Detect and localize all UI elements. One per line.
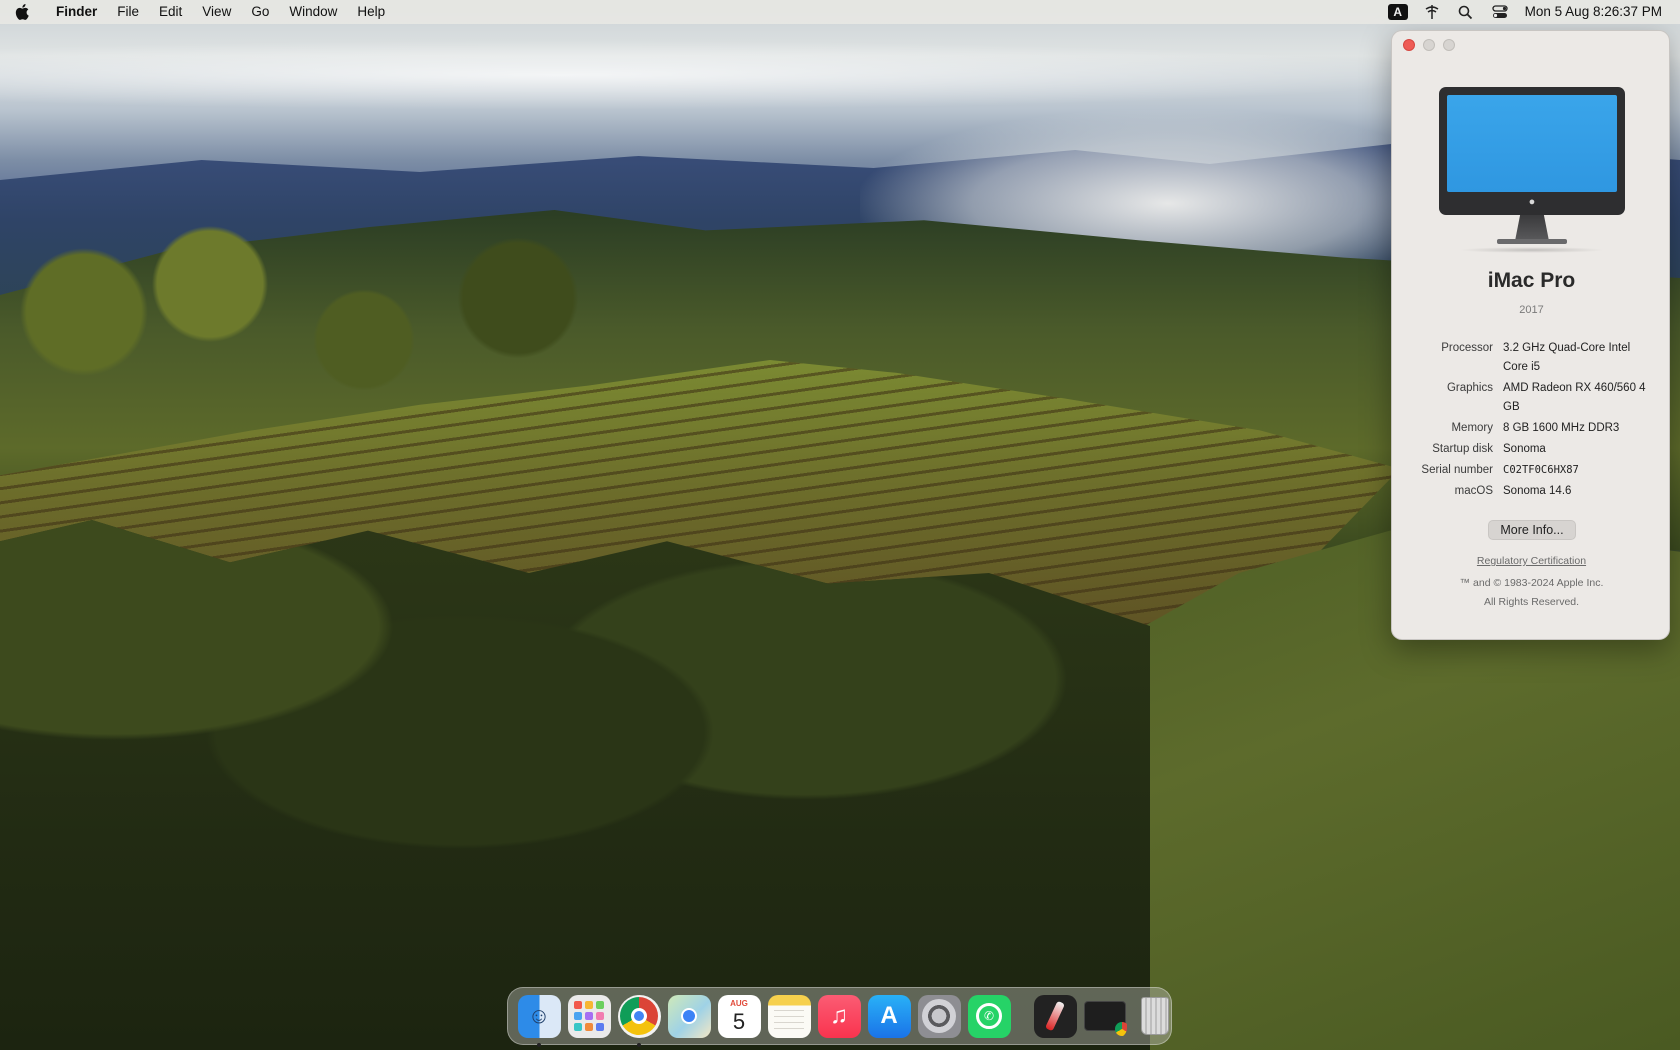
music-icon: ♫ (817, 994, 861, 1038)
spec-value: Sonoma (1503, 443, 1546, 455)
dock-item-calendar[interactable]: AUG 5 (715, 992, 764, 1041)
spec-row-macos: macOS Sonoma 14.6 (1392, 482, 1671, 501)
spec-label: Startup disk (1432, 443, 1493, 455)
dock-item-notes[interactable] (765, 992, 814, 1041)
spec-value: 8 GB 1600 MHz DDR3 (1503, 422, 1620, 434)
maps-icon (667, 994, 711, 1038)
dock-item-app-store[interactable]: A (865, 992, 914, 1041)
dock-item-whatsapp[interactable]: ✆ (965, 992, 1014, 1041)
spec-label: Processor (1441, 342, 1493, 354)
imac-illustration: ● (1439, 87, 1625, 257)
model-year: 2017 (1519, 304, 1544, 316)
model-name: iMac Pro (1487, 269, 1576, 292)
control-center-icon[interactable] (1483, 0, 1517, 24)
input-source-icon[interactable]: A (1381, 0, 1415, 24)
chrome-icon (617, 994, 661, 1038)
spec-label: Graphics (1446, 382, 1493, 394)
whatsapp-icon: ✆ (967, 994, 1011, 1038)
spec-label: Serial number (1421, 464, 1493, 476)
menu-bar-left: Finder File Edit View Go Window Help (0, 0, 395, 24)
spec-label: Memory (1451, 422, 1493, 434)
imac-shadow (1459, 247, 1605, 253)
spec-row-startup-disk: Startup disk Sonoma (1392, 440, 1671, 459)
spec-row-serial-number: Serial number C02TF0C6HX87 (1392, 461, 1671, 480)
input-source-badge: A (1387, 4, 1408, 20)
dock-item-trash[interactable] (1131, 992, 1180, 1041)
regulatory-certification-link[interactable]: Regulatory Certification (1392, 555, 1671, 567)
running-indicator (536, 1042, 541, 1047)
spec-row-processor: Processor 3.2 GHz Quad-Core Intel Core i… (1392, 339, 1671, 377)
dock-item-pen-app[interactable] (1031, 992, 1080, 1041)
calendar-icon: AUG 5 (717, 994, 761, 1038)
menu-finder[interactable]: Finder (46, 0, 107, 24)
calendar-month: AUG (730, 999, 748, 1008)
spec-value: 3.2 GHz Quad-Core Intel Core i5 (1503, 342, 1631, 373)
window-controls (1403, 39, 1455, 51)
running-indicator (636, 1042, 641, 1047)
zoom-button[interactable] (1443, 39, 1455, 51)
notes-icon (767, 994, 811, 1038)
calendar-day: 5 (732, 1009, 746, 1034)
spec-value[interactable]: C02TF0C6HX87 (1503, 461, 1653, 480)
launchpad-icon (567, 994, 611, 1038)
dock-item-finder[interactable]: ☺ (515, 992, 564, 1047)
dock-item-chrome-window[interactable] (1081, 992, 1130, 1041)
close-button[interactable] (1403, 39, 1415, 51)
menu-view[interactable]: View (192, 0, 241, 24)
menu-bar-right: A Mon 5 Aug 8:26:37 PM (1381, 0, 1680, 24)
about-this-mac-window: ● iMac Pro 2017 Processor 3.2 GHz Quad-C… (1391, 30, 1670, 640)
trash-icon (1134, 995, 1177, 1038)
menu-window[interactable]: Window (279, 0, 347, 24)
minimize-button[interactable] (1423, 39, 1435, 51)
finder-icon: ☺ (517, 994, 561, 1038)
apple-logo-icon[interactable] (0, 0, 46, 24)
specs-list: Processor 3.2 GHz Quad-Core Intel Core i… (1392, 339, 1671, 503)
rights-line: All Rights Reserved. (1483, 596, 1580, 608)
imac-stand (1515, 215, 1549, 241)
spec-row-memory: Memory 8 GB 1600 MHz DDR3 (1392, 419, 1671, 438)
menu-edit[interactable]: Edit (149, 0, 192, 24)
spec-value: AMD Radeon RX 460/560 4 GB (1503, 382, 1646, 413)
spec-value: Sonoma 14.6 (1503, 485, 1572, 497)
imac-screen (1447, 95, 1617, 192)
siri-icon[interactable] (1415, 0, 1449, 24)
pen-icon (1033, 994, 1077, 1038)
copyright-line: ™ and © 1983-2024 Apple Inc. (1459, 577, 1604, 589)
menu-help[interactable]: Help (347, 0, 395, 24)
dock-item-maps[interactable] (665, 992, 714, 1041)
more-info-button[interactable]: More Info... (1488, 520, 1576, 540)
chrome-window-icon (1084, 995, 1127, 1038)
spec-label: macOS (1454, 485, 1493, 497)
spec-row-graphics: Graphics AMD Radeon RX 460/560 4 GB (1392, 379, 1671, 417)
imac-foot (1497, 239, 1567, 244)
apple-logo-icon: ● (1528, 196, 1536, 208)
wallpaper-clouds (0, 40, 1460, 110)
menu-file[interactable]: File (107, 0, 149, 24)
menu-bar: Finder File Edit View Go Window Help A M… (0, 0, 1680, 24)
menu-bar-clock[interactable]: Mon 5 Aug 8:26:37 PM (1517, 0, 1680, 24)
spotlight-search-icon[interactable] (1449, 0, 1483, 24)
dock-item-launchpad[interactable] (565, 992, 614, 1041)
menu-go[interactable]: Go (241, 0, 279, 24)
app-store-icon: A (867, 994, 911, 1038)
dock-item-chrome[interactable] (615, 992, 664, 1047)
dock-item-system-settings[interactable] (915, 992, 964, 1041)
copyright-text: ™ and © 1983-2024 Apple Inc. All Rights … (1392, 574, 1671, 612)
wallpaper-foreground-trees (0, 520, 1150, 1050)
dock-item-music[interactable]: ♫ (815, 992, 864, 1041)
dock: ☺ AUG 5 ♫ A ✆ (507, 987, 1172, 1047)
system-settings-icon (917, 994, 961, 1038)
